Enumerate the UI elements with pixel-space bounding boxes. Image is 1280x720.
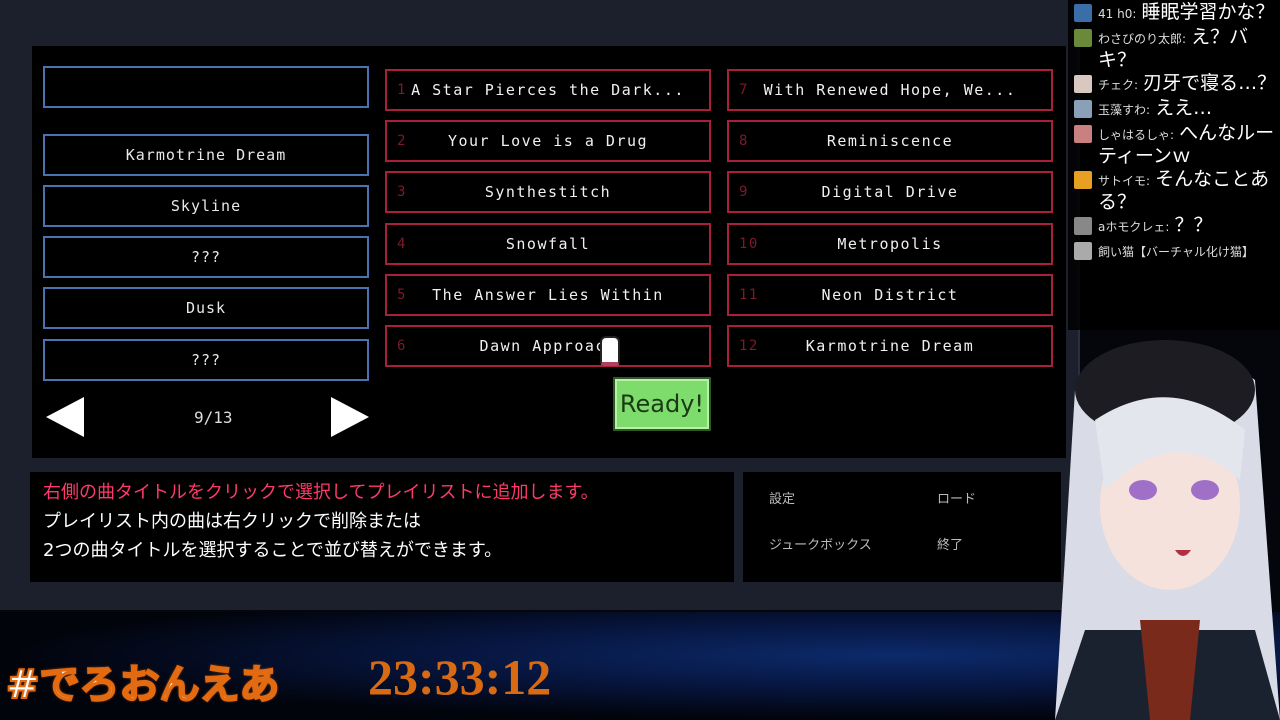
chat-author: サトイモ: — [1098, 174, 1151, 188]
song-button[interactable]: 4 Snowfall — [385, 223, 711, 265]
song-title: A Star Pierces the Dark... — [411, 81, 685, 99]
song-button[interactable]: 9 Digital Drive — [727, 171, 1053, 213]
chat-message: 玉藻すわ: ええ… — [1074, 98, 1280, 121]
playlist-slot[interactable]: Karmotrine Dream — [43, 134, 369, 176]
chat-message: 飼い猫【バーチャル化け猫】 — [1074, 240, 1280, 263]
song-number: 5 — [397, 287, 407, 303]
chat-avatar-icon — [1074, 242, 1092, 260]
chat-avatar-icon — [1074, 75, 1092, 93]
chat-message: わさびのり太郎: え？バキ？ — [1074, 27, 1280, 71]
song-button[interactable]: 3 Synthestitch — [385, 171, 711, 213]
song-title: Your Love is a Drug — [447, 132, 649, 150]
ready-button[interactable]: Ready! — [613, 377, 711, 431]
playlist-slot[interactable]: ??? — [43, 236, 369, 278]
next-page-arrow-icon[interactable] — [331, 397, 369, 437]
chat-message: 41 h0: 睡眠学習かな？ — [1074, 2, 1280, 25]
page-indicator: 9/13 — [194, 408, 233, 427]
chat-text: 睡眠学習かな？ — [1141, 1, 1275, 23]
chat-message: チェク: 刃牙で寝る…？ — [1074, 73, 1280, 96]
chat-author: わさびのり太郎: — [1098, 32, 1187, 46]
chat-avatar-icon — [1074, 171, 1092, 189]
chat-author: 41 h0: — [1098, 7, 1137, 21]
stream-clock: 23:33:12 — [368, 649, 552, 705]
song-title: Neon District — [821, 286, 959, 304]
song-number: 3 — [397, 184, 407, 200]
song-button[interactable]: 11 Neon District — [727, 274, 1053, 316]
chat-avatar-icon — [1074, 217, 1092, 235]
song-number: 8 — [739, 133, 749, 149]
prev-page-arrow-icon[interactable] — [46, 397, 84, 437]
playlist-slot[interactable]: ??? — [43, 339, 369, 381]
help-message: 右側の曲タイトルをクリックで選択してプレイリストに追加します。 プレイリスト内の… — [30, 472, 734, 582]
song-title: Karmotrine Dream — [805, 337, 975, 355]
song-button[interactable]: 7 With Renewed Hope, We... — [727, 69, 1053, 111]
song-button[interactable]: 10 Metropolis — [727, 223, 1053, 265]
song-title: Synthestitch — [484, 183, 612, 201]
vtuber-avatar — [1055, 340, 1280, 720]
playlist-slot[interactable]: Dusk — [43, 287, 369, 329]
chat-message: サトイモ: そんなことある？ — [1074, 169, 1280, 213]
song-button[interactable]: 6 Dawn Approach — [385, 325, 711, 367]
game-menu: 設定 ロード ジュークボックス 終了 — [743, 472, 1061, 582]
song-button[interactable]: 5 The Answer Lies Within — [385, 274, 711, 316]
chat-text: ？？ — [1174, 214, 1213, 236]
help-line-3: 2つの曲タイトルを選択することで並び替えができます。 — [43, 540, 503, 561]
song-button[interactable]: 8 Reminiscence — [727, 120, 1053, 162]
song-number: 1 — [397, 82, 407, 98]
song-number: 6 — [397, 338, 407, 354]
song-title: Reminiscence — [826, 132, 954, 150]
menu-jukebox[interactable]: ジュークボックス — [769, 534, 872, 553]
chat-avatar-icon — [1074, 29, 1092, 47]
song-number: 4 — [397, 236, 407, 252]
song-number: 2 — [397, 133, 407, 149]
chat-avatar-icon — [1074, 125, 1092, 143]
chat-text: 刃牙で寝る…？ — [1143, 72, 1277, 94]
playlist-slot[interactable]: Skyline — [43, 185, 369, 227]
song-title: The Answer Lies Within — [432, 286, 664, 304]
song-button[interactable]: 12 Karmotrine Dream — [727, 325, 1053, 367]
chat-author: しゃはるしゃ: — [1098, 128, 1175, 142]
song-title: Digital Drive — [821, 183, 959, 201]
playlist-slot[interactable] — [43, 66, 369, 108]
help-line-1: 右側の曲タイトルをクリックで選択してプレイリストに追加します。 — [43, 482, 599, 503]
chat-avatar-icon — [1074, 100, 1092, 118]
song-number: 10 — [739, 236, 759, 252]
chat-author: 玉藻すわ: — [1098, 103, 1151, 117]
menu-quit[interactable]: 終了 — [937, 534, 963, 553]
chat-message: しゃはるしゃ: へんなルーティーンｗ — [1074, 123, 1280, 167]
song-title: Metropolis — [837, 235, 943, 253]
song-number: 7 — [739, 82, 749, 98]
song-button[interactable]: 2 Your Love is a Drug — [385, 120, 711, 162]
chat-author: aホモクレェ: — [1098, 220, 1170, 234]
chat-panel: 41 h0: 睡眠学習かな？ わさびのり太郎: え？バキ？ チェク: 刃牙で寝る…？… — [1068, 0, 1280, 330]
song-number: 11 — [739, 287, 759, 303]
menu-settings[interactable]: 設定 — [769, 488, 795, 507]
song-title: Dawn Approach — [479, 337, 617, 355]
stream-hashtag: #でろおんえあ — [5, 661, 281, 709]
hand-cursor-icon — [600, 336, 620, 366]
song-title: With Renewed Hope, We... — [763, 81, 1017, 99]
menu-load[interactable]: ロード — [937, 488, 976, 507]
help-line-2: プレイリスト内の曲は右クリックで削除または — [43, 511, 421, 532]
chat-avatar-icon — [1074, 4, 1092, 22]
chat-author: 飼い猫【バーチャル化け猫】 — [1098, 245, 1254, 259]
song-button[interactable]: 1A Star Pierces the Dark... — [385, 69, 711, 111]
song-number: 12 — [739, 338, 759, 354]
song-number: 9 — [739, 184, 749, 200]
chat-text: ええ… — [1155, 97, 1213, 119]
chat-author: チェク: — [1098, 78, 1139, 92]
chat-message: aホモクレェ: ？？ — [1074, 215, 1280, 238]
song-title: Snowfall — [505, 235, 591, 253]
